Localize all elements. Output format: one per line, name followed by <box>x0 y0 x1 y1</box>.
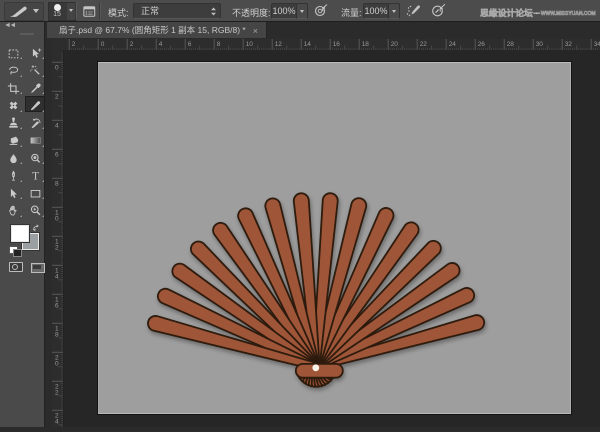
svg-text:4: 4 <box>55 122 59 129</box>
svg-text:0: 0 <box>55 215 59 222</box>
svg-text:14: 14 <box>304 41 312 48</box>
svg-text:24: 24 <box>449 41 457 48</box>
svg-text:2: 2 <box>72 41 76 48</box>
svg-text:6: 6 <box>188 41 192 48</box>
svg-text:4: 4 <box>159 41 163 48</box>
svg-text:28: 28 <box>507 41 515 48</box>
svg-text:T: T <box>32 170 39 182</box>
svg-text:0: 0 <box>101 41 105 48</box>
svg-text:6: 6 <box>55 302 59 309</box>
svg-text:18: 18 <box>362 41 370 48</box>
svg-text:22: 22 <box>420 41 428 48</box>
svg-text:2: 2 <box>130 41 134 48</box>
svg-text:20: 20 <box>391 41 399 48</box>
svg-text:12: 12 <box>275 41 283 48</box>
svg-text:2: 2 <box>55 93 59 100</box>
svg-text:34: 34 <box>594 41 600 48</box>
svg-text:8: 8 <box>217 41 221 48</box>
svg-text:2: 2 <box>55 244 59 251</box>
svg-text:30: 30 <box>536 41 544 48</box>
svg-text:16: 16 <box>333 41 341 48</box>
svg-text:0: 0 <box>55 64 59 71</box>
svg-text:8: 8 <box>55 331 59 338</box>
svg-text:26: 26 <box>478 41 486 48</box>
svg-text:8: 8 <box>55 180 59 187</box>
svg-text:6: 6 <box>55 151 59 158</box>
svg-text:2: 2 <box>55 389 59 396</box>
svg-text:10: 10 <box>246 41 254 48</box>
svg-text:4: 4 <box>55 273 59 280</box>
svg-text:4: 4 <box>55 418 59 425</box>
svg-text:0: 0 <box>55 360 59 367</box>
svg-text:32: 32 <box>565 41 573 48</box>
